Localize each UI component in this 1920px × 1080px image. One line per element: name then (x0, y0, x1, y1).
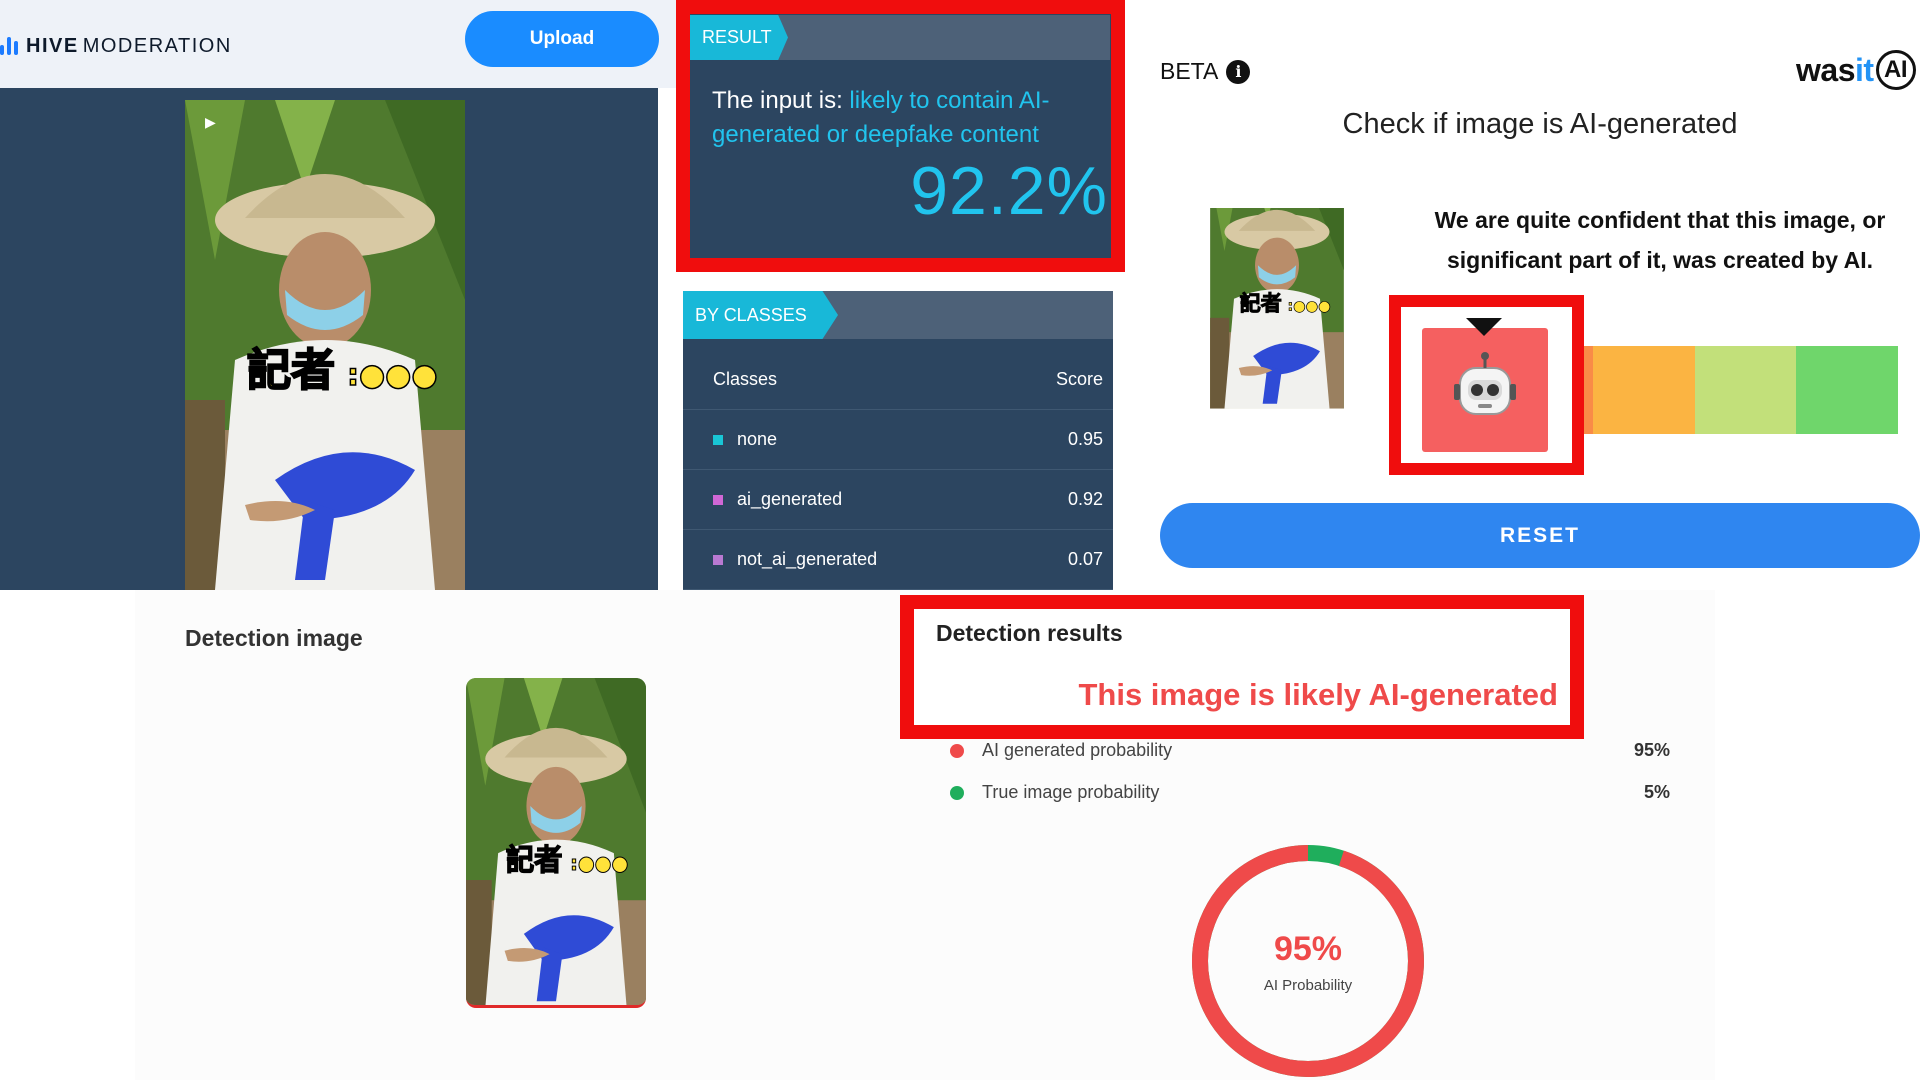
logo-ai: AI (1875, 50, 1916, 90)
wasitai-title: Check if image is AI-generated (1342, 108, 1738, 140)
class-row: none 0.95 (683, 410, 1113, 470)
class-row: not_ai_generated 0.07 (683, 530, 1113, 590)
info-icon[interactable]: i (1226, 59, 1251, 84)
wasitai-verdict: We are quite confident that this image, … (1434, 207, 1886, 273)
class-score: 0.92 (1067, 489, 1103, 509)
scale-segment (1593, 346, 1695, 434)
probability-label: True image probability (982, 782, 1160, 802)
class-name: none (737, 429, 778, 449)
hive-brand-text: HIVE MODERATION (26, 34, 232, 57)
result-header: RESULT (690, 15, 1110, 60)
result-text: The input is: likely to contain AI-gener… (712, 84, 1112, 152)
classes-header: BY CLASSES (683, 291, 1113, 339)
detection-image-title: Detection image (185, 625, 363, 651)
class-color-swatch (713, 494, 723, 505)
wasitai-logo[interactable]: was it AI (1796, 50, 1916, 90)
robot-icon (1454, 352, 1516, 415)
col-score: Score (1055, 369, 1103, 389)
classes-column-headers: Classes Score (683, 350, 1113, 410)
col-classes: Classes (713, 369, 778, 389)
detection-results-title: Detection results (936, 620, 1123, 646)
class-score: 0.95 (1067, 429, 1103, 449)
scale-pointer-icon (1466, 318, 1502, 336)
probability-value: 5% (1643, 782, 1670, 802)
class-color-swatch (713, 554, 723, 565)
hive-logo-icon (0, 37, 18, 55)
reset-button[interactable]: RESET (1160, 503, 1920, 568)
robot-indicator (1422, 328, 1548, 452)
result-prefix: The input is: (712, 87, 850, 114)
hive-logo[interactable]: HIVE MODERATION (0, 34, 232, 58)
beta-label: BETA i (1160, 58, 1251, 85)
play-icon: ▶ (205, 114, 216, 130)
detection-highlight-frame (900, 595, 1584, 739)
scale-segment (1796, 346, 1898, 434)
logo-it: it (1854, 51, 1874, 88)
probability-label: AI generated probability (982, 740, 1173, 760)
donut-percentage: 95% (1273, 930, 1343, 968)
logo-was: was (1796, 51, 1855, 88)
detection-verdict: This image is likely AI-generated (1078, 677, 1558, 712)
probability-row: True image probability 5% (950, 782, 1670, 803)
uploaded-image: ▶ (185, 100, 465, 590)
upload-button[interactable]: Upload (465, 11, 659, 67)
class-name: ai_generated (737, 489, 843, 509)
class-score: 0.07 (1067, 549, 1103, 569)
wasitai-image-thumbnail (1160, 208, 1394, 442)
class-color-swatch (713, 434, 723, 445)
result-tag: RESULT (690, 15, 788, 60)
probability-value: 95% (1633, 740, 1670, 760)
classes-tag: BY CLASSES (683, 291, 838, 339)
probability-dot (950, 743, 964, 758)
beta-text: BETA (1160, 58, 1219, 84)
probability-dot (950, 785, 964, 800)
class-row: ai_generated 0.92 (683, 470, 1113, 530)
result-percentage: 92.2% (910, 153, 1108, 229)
scale-segment (1694, 346, 1797, 434)
class-name: not_ai_generated (737, 549, 878, 569)
donut-label: AI Probability (1263, 977, 1353, 994)
detection-image (466, 678, 646, 1008)
probability-row: AI generated probability 95% (950, 740, 1670, 761)
